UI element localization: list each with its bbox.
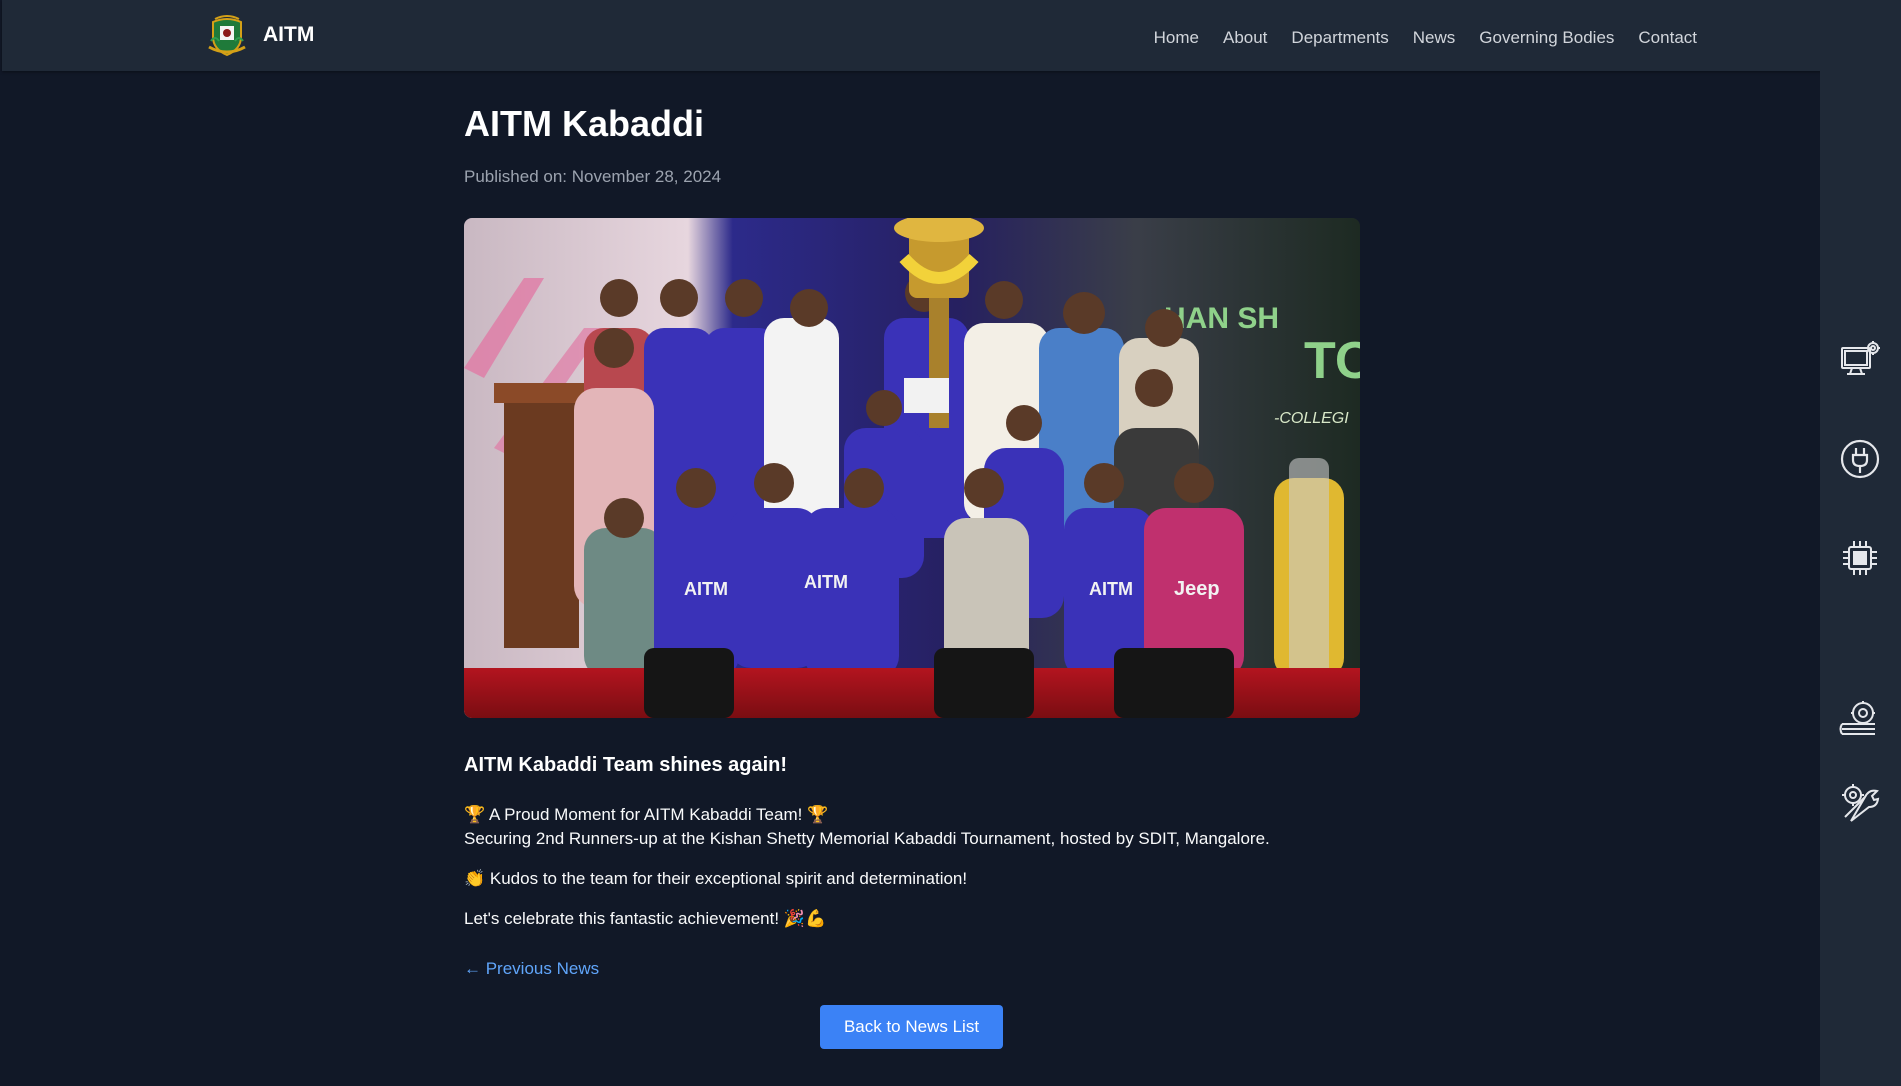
celebrate-line: Let's celebrate this fantastic achieveme… <box>464 909 827 928</box>
chip-icon[interactable] <box>1839 537 1881 579</box>
article-body: 🏆 A Proud Moment for AITM Kabaddi Team! … <box>464 803 1360 931</box>
computer-gear-icon[interactable] <box>1839 339 1881 381</box>
tools-icon[interactable] <box>1839 781 1881 823</box>
nav-governing-bodies-link[interactable]: Governing Bodies <box>1479 28 1614 48</box>
engine-icon[interactable] <box>1839 698 1881 740</box>
jersey-text-2: AITM <box>804 572 848 592</box>
team-trophy-photo: HAN SH TO -COLLEGI AITM AITM AITM Jeep <box>464 218 1360 718</box>
published-date: Published on: November 28, 2024 <box>464 167 722 186</box>
brand-name: AITM <box>263 23 315 46</box>
department-icon-rail <box>1820 71 1901 1086</box>
article-subtitle: AITM Kabaddi Team shines again! <box>464 754 788 776</box>
jersey-text: AITM <box>684 579 728 599</box>
nav-news-link[interactable]: News <box>1413 28 1456 48</box>
kudos-line: 👏 Kudos to the team for their exceptiona… <box>464 869 968 888</box>
nav-about-link[interactable]: About <box>1223 28 1267 48</box>
proud-moment-line: 🏆 A Proud Moment for AITM Kabaddi Team! … <box>464 805 829 824</box>
news-article: AITM Kabaddi Published on: November 28, … <box>464 100 1360 979</box>
main-nav: Home About Departments News Governing Bo… <box>1154 28 1697 48</box>
jeep-logo-text: Jeep <box>1174 578 1220 600</box>
jersey-text-3: AITM <box>1089 579 1133 599</box>
back-to-news-list-button[interactable]: Back to News List <box>820 1005 1003 1049</box>
tournament-line: Securing 2nd Runners-up at the Kishan Sh… <box>464 829 1270 848</box>
nav-home-link[interactable]: Home <box>1154 28 1199 48</box>
nav-contact-link[interactable]: Contact <box>1638 28 1697 48</box>
article-photo: HAN SH TO -COLLEGI AITM AITM AITM Jeep <box>464 218 1360 718</box>
banner-text-small: -COLLEGI <box>1274 410 1349 427</box>
brand-home-link[interactable]: AITM <box>207 13 314 57</box>
plug-icon[interactable] <box>1839 438 1881 480</box>
banner-text-large: TO <box>1304 332 1360 390</box>
nav-departments-link[interactable]: Departments <box>1291 28 1388 48</box>
top-navbar: AITM Home About Departments News Governi… <box>2 0 1901 71</box>
college-crest-logo-icon <box>208 15 246 57</box>
article-paragraph-1: 🏆 A Proud Moment for AITM Kabaddi Team! … <box>464 803 1360 851</box>
article-title: AITM Kabaddi <box>464 103 704 144</box>
previous-news-link[interactable]: ← Previous News <box>464 959 599 979</box>
